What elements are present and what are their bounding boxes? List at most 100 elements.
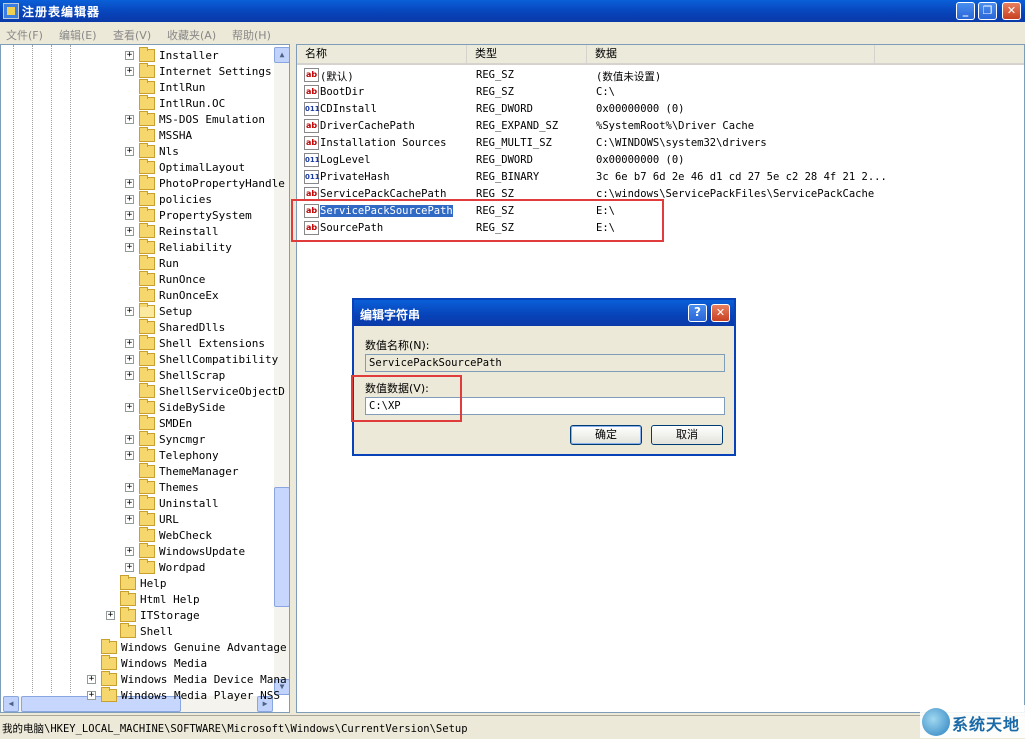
scroll-up-button[interactable]: ▲ xyxy=(274,47,289,63)
value-row[interactable]: ab (默认) REG_SZ (数值未设置) xyxy=(301,67,1021,84)
tree-item[interactable]: RunOnce xyxy=(1,271,273,288)
expand-icon[interactable]: + xyxy=(125,211,134,220)
menu-help[interactable]: 帮助(H) xyxy=(232,27,271,43)
dialog-close-button[interactable]: ✕ xyxy=(711,304,730,322)
tree-item[interactable]: + Wordpad xyxy=(1,559,273,576)
tree-item-label: RunOnceEx xyxy=(159,289,219,302)
expand-icon[interactable]: + xyxy=(125,147,134,156)
tree-item[interactable]: + Installer xyxy=(1,47,273,64)
menu-view[interactable]: 查看(V) xyxy=(113,27,151,43)
tree-item[interactable]: + PhotoPropertyHandle xyxy=(1,175,285,192)
dialog-help-button[interactable]: ? xyxy=(688,304,707,322)
expand-icon[interactable]: + xyxy=(125,547,134,556)
expand-icon[interactable]: + xyxy=(87,675,96,684)
tree-item[interactable]: + Shell Extensions xyxy=(1,335,273,352)
tree-item[interactable]: + Nls xyxy=(1,143,273,160)
close-button[interactable]: ✕ xyxy=(1002,2,1021,20)
expand-icon[interactable]: + xyxy=(125,115,134,124)
expand-icon[interactable]: + xyxy=(125,227,134,236)
tree-item[interactable]: + policies xyxy=(1,191,273,208)
expand-icon[interactable]: + xyxy=(125,435,134,444)
cancel-button[interactable]: 取消 xyxy=(651,425,723,445)
menu-favorites[interactable]: 收藏夹(A) xyxy=(167,27,216,43)
tree-item[interactable]: IntlRun xyxy=(1,79,273,96)
tree-item[interactable]: Run xyxy=(1,255,273,272)
expand-icon[interactable]: + xyxy=(125,339,134,348)
tree-item[interactable]: WebCheck xyxy=(1,527,273,544)
tree-item[interactable]: + Setup xyxy=(1,303,273,320)
value-row[interactable]: 011 PrivateHash REG_BINARY 3c 6e b7 6d 2e 4… xyxy=(301,169,1021,186)
value-data: %SystemRoot%\Driver Cache xyxy=(596,120,755,132)
tree-item[interactable]: OptimalLayout xyxy=(1,159,273,176)
tree-item[interactable]: SMDEn xyxy=(1,415,273,432)
expand-icon[interactable]: + xyxy=(87,691,96,700)
expand-icon[interactable]: + xyxy=(125,499,134,508)
tree-item[interactable]: + Reinstall xyxy=(1,223,273,240)
expand-icon[interactable]: + xyxy=(125,51,134,60)
menu-edit[interactable]: 编辑(E) xyxy=(59,27,97,43)
tree-item[interactable]: Windows Media xyxy=(1,655,273,672)
tree-item[interactable]: + Uninstall xyxy=(1,495,273,512)
expand-icon[interactable]: + xyxy=(125,243,134,252)
expand-icon[interactable]: + xyxy=(125,515,134,524)
tree-item[interactable]: ThemeManager xyxy=(1,463,273,480)
value-row[interactable]: ab BootDir REG_SZ C:\ xyxy=(301,84,1021,101)
tree-item[interactable]: + ShellScrap xyxy=(1,367,273,384)
folder-icon xyxy=(139,367,155,382)
tree-item[interactable]: + Reliability xyxy=(1,239,273,256)
ok-button[interactable]: 确定 xyxy=(570,425,642,445)
expand-icon[interactable]: + xyxy=(125,483,134,492)
tree-item[interactable]: Windows Genuine Advantage xyxy=(1,639,287,656)
tree-item[interactable]: + Syncmgr xyxy=(1,431,273,448)
expand-icon[interactable]: + xyxy=(125,195,134,204)
tree-item[interactable]: + URL xyxy=(1,511,273,528)
tree-item[interactable]: + WindowsUpdate xyxy=(1,543,273,560)
tree-item[interactable]: Shell xyxy=(1,623,273,640)
folder-icon xyxy=(139,335,155,350)
tree-vertical-scrollbar[interactable]: ▲ ▼ xyxy=(274,47,289,695)
status-path: 我的电脑\HKEY_LOCAL_MACHINE\SOFTWARE\Microso… xyxy=(2,723,468,735)
tree-item[interactable]: RunOnceEx xyxy=(1,287,273,304)
expand-icon[interactable]: + xyxy=(125,307,134,316)
tree-item[interactable]: + MS-DOS Emulation xyxy=(1,111,273,128)
restore-button[interactable]: ❐ xyxy=(978,2,997,20)
tree-item[interactable]: + Windows Media Player NSS xyxy=(1,687,280,704)
value-row[interactable]: ab Installation Sources REG_MULTI_SZ C:\WIN… xyxy=(301,135,1021,152)
tree-item[interactable]: + ITStorage xyxy=(1,607,273,624)
tree-item[interactable]: Help xyxy=(1,575,273,592)
tree-item-label: ShellScrap xyxy=(159,369,226,382)
expand-icon[interactable]: + xyxy=(106,611,115,620)
expand-icon[interactable]: + xyxy=(125,563,134,572)
menu-file[interactable]: 文件(F) xyxy=(6,27,43,43)
tree-item[interactable]: + ShellCompatibility xyxy=(1,351,278,368)
scroll-thumb[interactable] xyxy=(274,487,289,607)
value-row[interactable]: 011 LogLevel REG_DWORD 0x00000000 (0) xyxy=(301,152,1021,169)
registry-tree[interactable]: ▲ ▼ ◀ ▶ + Installer + Internet Settings Intl… xyxy=(0,44,290,713)
tree-item[interactable]: + Themes xyxy=(1,479,273,496)
value-row[interactable]: 011 CDInstall REG_DWORD 0x00000000 (0) xyxy=(301,101,1021,118)
tree-item[interactable]: SharedDlls xyxy=(1,319,273,336)
column-header-data[interactable]: 数据 xyxy=(587,45,875,65)
minimize-button[interactable]: _ xyxy=(956,2,975,20)
expand-icon[interactable]: + xyxy=(125,451,134,460)
tree-item[interactable]: MSSHA xyxy=(1,127,273,144)
value-name: Installation Sources xyxy=(320,137,447,149)
value-row[interactable]: ab DriverCachePath REG_EXPAND_SZ %SystemRoo… xyxy=(301,118,1021,135)
column-header-name[interactable]: 名称 xyxy=(297,45,467,65)
expand-icon[interactable]: + xyxy=(125,371,134,380)
tree-item[interactable]: + PropertySystem xyxy=(1,207,273,224)
expand-icon[interactable]: + xyxy=(125,355,134,364)
expand-icon[interactable]: + xyxy=(125,67,134,76)
tree-item-label: Html Help xyxy=(140,593,200,606)
tree-item[interactable]: + Telephony xyxy=(1,447,273,464)
tree-item-label: Internet Settings xyxy=(159,65,272,78)
tree-item[interactable]: + SideBySide xyxy=(1,399,273,416)
tree-item[interactable]: Html Help xyxy=(1,591,273,608)
tree-item[interactable]: + Internet Settings xyxy=(1,63,273,80)
expand-icon[interactable]: + xyxy=(125,179,134,188)
column-header-type[interactable]: 类型 xyxy=(467,45,587,65)
tree-item[interactable]: IntlRun.OC xyxy=(1,95,273,112)
expand-icon[interactable]: + xyxy=(125,403,134,412)
tree-item[interactable]: ShellServiceObjectD xyxy=(1,383,285,400)
tree-item[interactable]: + Windows Media Device Mana xyxy=(1,671,287,688)
